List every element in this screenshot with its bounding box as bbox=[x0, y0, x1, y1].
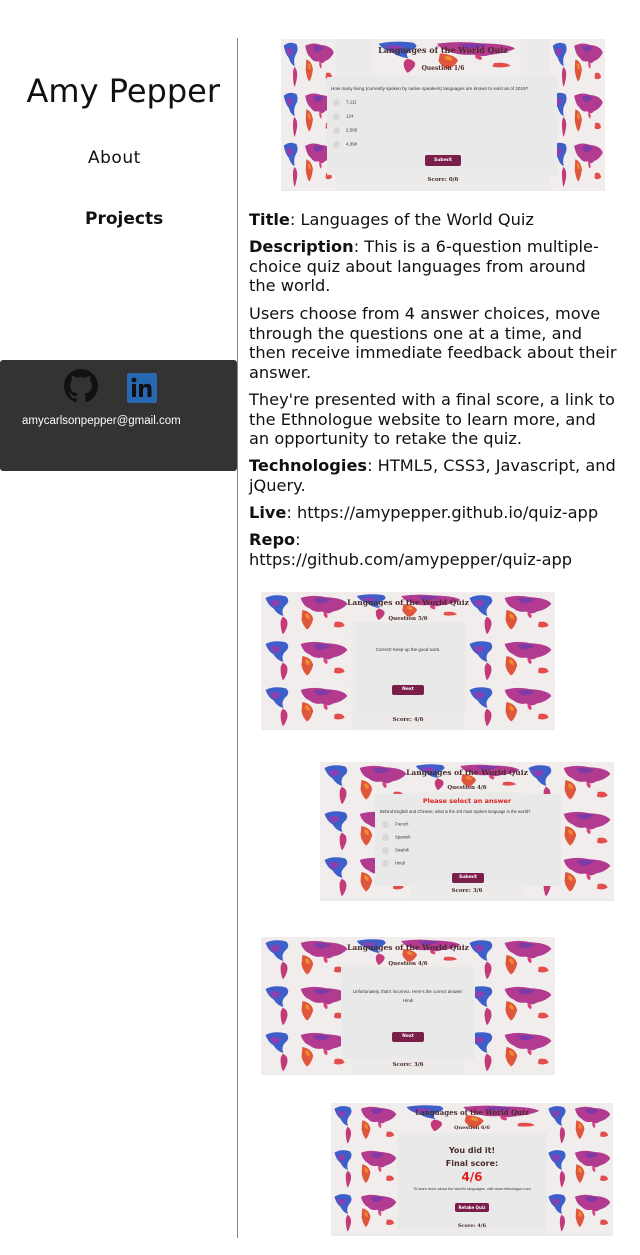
submit-button[interactable]: Submit bbox=[452, 873, 484, 883]
final-score-value: 4/6 bbox=[461, 1170, 483, 1184]
vertical-divider bbox=[237, 38, 238, 1238]
completion-heading: You did it! bbox=[448, 1146, 496, 1155]
feedback-text: Unfortunately, that's incorrect. Here's … bbox=[352, 989, 464, 994]
quiz-title: Languages of the World Quiz bbox=[415, 1108, 529, 1117]
answer-option[interactable]: 124 bbox=[333, 113, 354, 120]
answer-option[interactable]: Hindi bbox=[382, 860, 405, 867]
question-text: Behind English and Chinese, what is the … bbox=[380, 809, 531, 814]
sidebar: Amy Pepper About Projects amycarlsonpepp… bbox=[0, 0, 237, 1255]
score-text: Score: 0/6 bbox=[427, 177, 459, 183]
quiz-title: Languages of the World Quiz bbox=[406, 768, 528, 777]
answer-option[interactable]: 2,500 bbox=[333, 127, 357, 134]
project-paragraph: They're presented with a final score, a … bbox=[249, 390, 615, 448]
quiz-panel bbox=[355, 622, 465, 714]
score-text: Score: 4/6 bbox=[457, 1223, 487, 1229]
linkedin-icon[interactable] bbox=[127, 373, 157, 403]
submit-button[interactable]: Submit bbox=[425, 155, 461, 166]
next-button[interactable]: Next bbox=[392, 685, 424, 695]
project-repo-link[interactable]: Repo: https://github.com/amypepper/quiz-a… bbox=[249, 530, 617, 569]
answer-option[interactable]: Spanish bbox=[382, 834, 411, 841]
screenshot-final-score: Languages of the World Quiz Question 6/6… bbox=[331, 1103, 613, 1236]
answer-option[interactable]: 7,111 bbox=[333, 99, 357, 106]
quiz-panel bbox=[341, 967, 475, 1059]
quiz-title: Languages of the World Quiz bbox=[347, 598, 469, 607]
question-text: How many living (currently spoken by nat… bbox=[331, 86, 529, 91]
project-technologies: Technologies: HTML5, CSS3, Javascript, a… bbox=[249, 456, 616, 495]
screenshot-correct-feedback: Languages of the World Quiz Question 5/6… bbox=[261, 592, 555, 730]
answer-option[interactable]: 4,390 bbox=[333, 141, 357, 148]
nav-link-about[interactable]: About bbox=[88, 148, 141, 168]
screenshot-question-1: Languages of the World Quiz Question 1/6… bbox=[281, 39, 605, 191]
question-number: Question 4/6 bbox=[388, 961, 428, 967]
project-description: Description: This is a 6-question multip… bbox=[249, 237, 599, 295]
score-text: Score: 4/6 bbox=[392, 717, 424, 723]
next-button[interactable]: Next bbox=[392, 1032, 424, 1042]
project-title: Title: Languages of the World Quiz bbox=[249, 210, 534, 229]
quiz-title: Languages of the World Quiz bbox=[378, 45, 508, 55]
score-text: Score: 3/6 bbox=[451, 888, 483, 894]
final-score-label: Final score: bbox=[445, 1159, 499, 1168]
screenshot-incorrect-feedback: Languages of the World Quiz Question 4/6… bbox=[261, 937, 555, 1075]
answer-option[interactable]: Swahili bbox=[382, 847, 409, 854]
feedback-text: Correct! Keep up the good work. bbox=[375, 647, 441, 652]
answer-option[interactable]: French bbox=[382, 821, 408, 828]
nav-link-projects[interactable]: Projects bbox=[85, 209, 163, 229]
learn-more-link[interactable]: To learn more about the world's language… bbox=[331, 1187, 613, 1191]
question-number: Question 5/6 bbox=[388, 616, 428, 622]
warning-text: Please select an answer bbox=[422, 797, 512, 805]
quiz-title: Languages of the World Quiz bbox=[347, 943, 469, 952]
email-link[interactable]: amycarlsonpepper@gmail.com bbox=[22, 415, 181, 427]
github-icon[interactable] bbox=[64, 369, 98, 403]
question-number: Question 6/6 bbox=[454, 1125, 490, 1131]
score-text: Score: 3/6 bbox=[392, 1062, 424, 1068]
project-live-link[interactable]: Live: https://amypepper.github.io/quiz-a… bbox=[249, 503, 617, 523]
question-number: Question 1/6 bbox=[421, 65, 465, 72]
project-paragraph: Users choose from 4 answer choices, move… bbox=[249, 304, 617, 382]
retake-quiz-button[interactable]: Retake Quiz bbox=[455, 1203, 489, 1212]
site-name[interactable]: Amy Pepper bbox=[0, 72, 220, 110]
correct-answer-text: Hindi bbox=[402, 998, 413, 1003]
screenshot-select-answer-warning: Languages of the World Quiz Question 4/6… bbox=[320, 762, 614, 901]
contact-panel: amycarlsonpepper@gmail.com bbox=[0, 360, 237, 471]
question-number: Question 4/6 bbox=[447, 785, 487, 791]
